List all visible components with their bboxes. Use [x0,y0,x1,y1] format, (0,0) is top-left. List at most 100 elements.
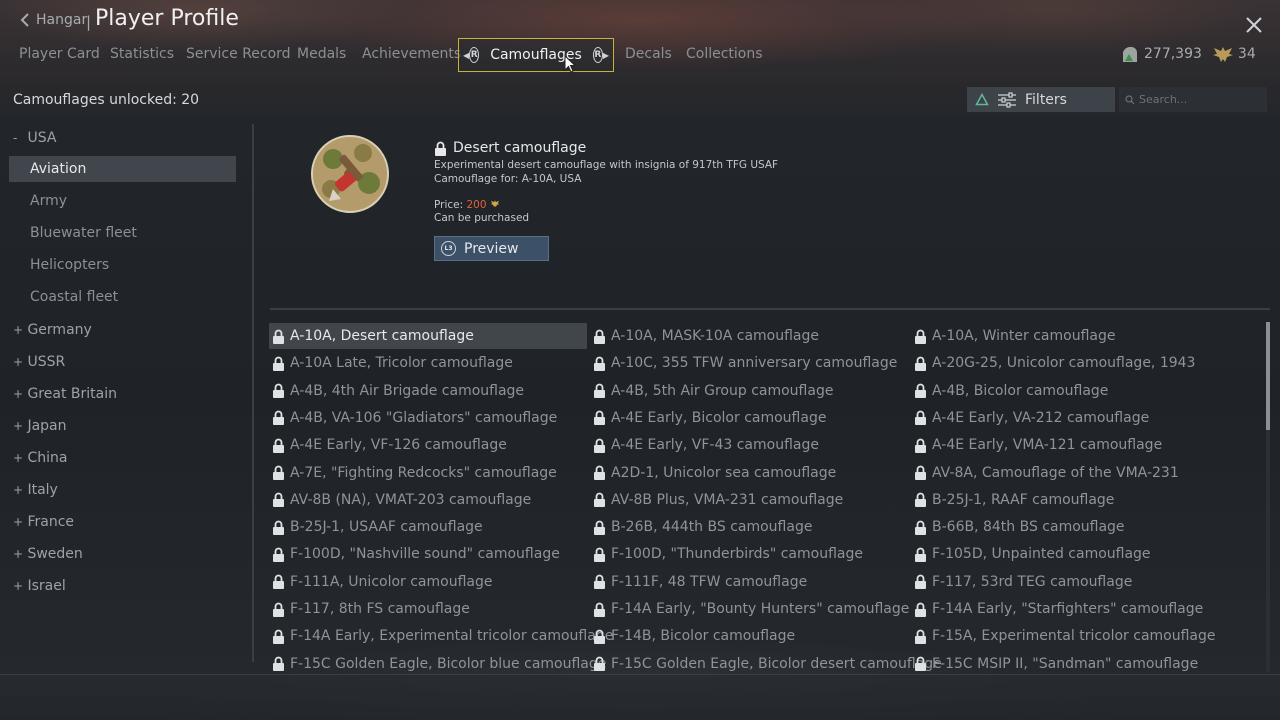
camouflage-list-item[interactable]: F-100D, "Thunderbirds" camouflage [590,541,908,567]
camouflage-name: F-117, 53rd TEG camouflage [932,573,1133,590]
nation-china[interactable]: + China [13,450,67,466]
preview-button[interactable]: L3 Preview [434,236,549,261]
camouflage-list-item[interactable]: A-4B, 5th Air Group camouflage [590,378,908,404]
camouflage-list-item[interactable]: F-15C Golden Eagle, Bicolor desert camou… [590,651,942,674]
camouflage-list-item[interactable]: F-14A Early, "Starfighters" camouflage [911,596,1263,622]
expand-toggle: + [13,419,24,433]
camouflage-list-item[interactable]: A2D-1, Unicolor sea camouflage [590,460,908,486]
lock-icon [273,411,284,426]
camouflage-list-item[interactable]: F-105D, Unpainted camouflage [911,541,1263,567]
camouflage-list-item[interactable]: B-26B, 444th BS camouflage [590,514,908,540]
nation-sweden[interactable]: + Sweden [13,546,83,562]
camouflage-list-item[interactable]: AV-8A, Camouflage of the VMA-231 [911,460,1263,486]
tab-collections[interactable]: Collections [686,46,763,62]
expand-toggle: + [13,483,24,497]
tab-medals[interactable]: Medals [297,46,346,62]
expand-toggle: + [13,579,24,593]
lock-icon [273,602,284,617]
expand-toggle: + [13,323,24,337]
camouflage-list-item[interactable]: A-4B, 4th Air Brigade camouflage [269,378,587,404]
camouflage-name: F-117, 8th FS camouflage [290,601,470,617]
filters-button[interactable]: Filters [967,87,1115,112]
camouflage-title-text: Desert camouflage [453,140,587,156]
golden-eagles-value: 34 [1237,46,1256,62]
camouflage-name: F-100D, "Nashville sound" camouflage [290,546,560,563]
list-scrollbar[interactable] [1266,322,1270,672]
camouflage-list-item[interactable]: A-4B, VA-106 "Gladiators" camouflage [269,405,587,431]
nation-japan[interactable]: + Japan [13,418,67,434]
camouflage-list-item[interactable]: F-111A, Unicolor camouflage [269,569,587,595]
camouflage-list-item[interactable]: B-25J-1, USAAF camouflage [269,514,587,540]
camouflage-list-item[interactable]: A-10A, Winter camouflage [911,323,1263,349]
scrollbar-thumb[interactable] [1266,322,1270,430]
camouflage-list-item[interactable]: AV-8B Plus, VMA-231 camouflage [590,487,908,513]
camouflage-list-item[interactable]: F-15C MSIP II, "Sandman" camouflage [911,651,1263,674]
lock-icon [915,438,926,453]
camouflage-list-item[interactable]: A-10C, 355 TFW anniversary camouflage [590,350,908,376]
nation-israel[interactable]: + Israel [13,578,66,594]
filters-label: Filters [1025,91,1067,108]
camouflage-name: A-4E Early, VF-43 camouflage [611,437,819,454]
camouflage-list-item[interactable]: A-4E Early, VMA-121 camouflage [911,432,1263,458]
tab-achievements[interactable]: Achievements [362,46,461,62]
camouflage-list-item[interactable]: F-117, 8th FS camouflage [269,596,587,622]
camouflage-list-item[interactable]: F-117, 53rd TEG camouflage [911,569,1263,595]
nation-germany[interactable]: + Germany [13,322,92,338]
sidebar-item-army[interactable]: Army [9,188,236,214]
camouflage-list-item[interactable]: A-4E Early, VF-43 camouflage [590,432,908,458]
close-button[interactable] [1244,15,1264,35]
currency-display: 277,393 34 [1120,44,1266,64]
sidebar-item-aviation[interactable]: Aviation [9,156,236,182]
camouflage-list-item[interactable]: A-4B, Bicolor camouflage [911,378,1263,404]
back-to-hangar-link[interactable]: Hangar [20,12,87,28]
camouflage-list-item[interactable]: A-10A, Desert camouflage [269,323,587,349]
camouflage-list-item[interactable]: A-4E Early, Bicolor camouflage [590,405,908,431]
camouflage-name: A-4B, 5th Air Group camouflage [611,382,834,399]
camouflage-description: Experimental desert camouflage with insi… [434,159,779,171]
camouflage-list-item[interactable]: B-66B, 84th BS camouflage [911,514,1263,540]
camouflage-list-item[interactable]: A-4E Early, VF-126 camouflage [269,432,587,458]
tab-decals[interactable]: Decals [625,46,672,62]
camouflage-list-item[interactable]: F-14A Early, Experimental tricolor camou… [269,623,613,649]
nation-great-britain[interactable]: + Great Britain [13,386,117,402]
tab-camouflages[interactable]: ◀ R Camouflages R ▶ [458,38,614,72]
lock-icon [273,492,284,508]
camouflage-name: F-14A Early, Experimental tricolor camou… [290,628,614,645]
lock-icon [915,656,926,672]
sidebar-item-bluewater-fleet[interactable]: Bluewater fleet [9,220,236,246]
chevron-left-icon [20,13,29,27]
nation-france[interactable]: + France [13,514,74,530]
camouflage-list-item[interactable]: AV-8B (NA), VMAT-203 camouflage [269,487,587,513]
nation-ussr[interactable]: + USSR [13,354,65,370]
camouflage-for: Camouflage for: A-10A, USA [434,173,582,185]
sidebar-item-coastal-fleet[interactable]: Coastal fleet [9,284,236,310]
camouflage-name: AV-8B Plus, VMA-231 camouflage [611,491,844,508]
camouflage-list-item[interactable]: B-25J-1, RAAF camouflage [911,487,1263,513]
nation-usa[interactable]: - USA [13,130,56,146]
camouflage-list-item[interactable]: F-15A, Experimental tricolor camouflage [911,623,1263,649]
camouflage-list-item[interactable]: A-10A Late, Tricolor camouflage [269,350,587,376]
search-input[interactable] [1139,93,1259,106]
lock-icon [273,547,284,562]
tab-service-record[interactable]: Service Record [186,46,291,62]
camouflage-list-item[interactable]: A-10A, MASK-10A camouflage [590,323,908,349]
expand-toggle: + [13,515,24,529]
bottom-bar [0,674,1280,720]
nation-italy[interactable]: + Italy [13,482,58,498]
camouflage-list-item[interactable]: A-4E Early, VA-212 camouflage [911,405,1263,431]
camouflage-list: A-10A, Desert camouflage A-10A Late, Tric… [269,322,1269,674]
nation-label: USA [27,130,57,146]
tab-statistics[interactable]: Statistics [110,46,174,62]
camouflages-unlocked-count: Camouflages unlocked: 20 [13,92,200,108]
camouflage-list-item[interactable]: F-15C Golden Eagle, Bicolor blue camoufl… [269,651,606,674]
camouflage-list-item[interactable]: F-14B, Bicolor camouflage [590,623,908,649]
camouflage-list-item[interactable]: F-14A Early, "Bounty Hunters" camouflage [590,596,909,622]
camouflage-list-item[interactable]: F-100D, "Nashville sound" camouflage [269,541,587,567]
sidebar-item-helicopters[interactable]: Helicopters [9,252,236,278]
tab-player-card[interactable]: Player Card [19,46,100,62]
camouflage-list-item[interactable]: A-7E, "Fighting Redcocks" camouflage [269,460,587,486]
search-box[interactable] [1119,87,1267,112]
profile-tabs: Player Card Statistics Service Record Me… [0,38,900,72]
camouflage-list-item[interactable]: A-20G-25, Unicolor camouflage, 1943 [911,350,1263,376]
camouflage-list-item[interactable]: F-111F, 48 TFW camouflage [590,569,908,595]
